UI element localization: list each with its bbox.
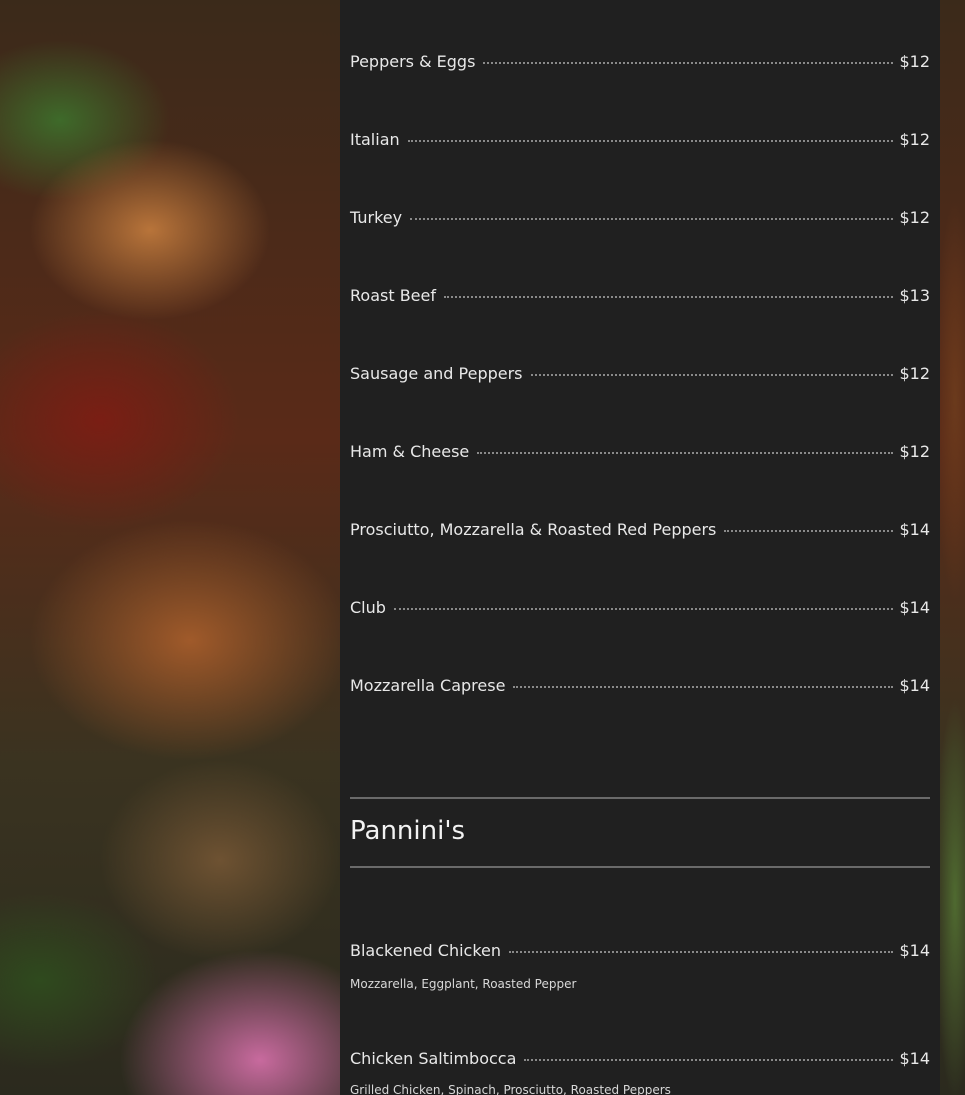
section-title: Pannini's (350, 816, 466, 846)
dotted-leader (393, 608, 894, 610)
menu-panel (340, 0, 940, 1095)
dotted-leader (524, 1059, 894, 1061)
menu-item-price: $12 (899, 442, 930, 461)
menu-item: Blackened Chicken $14 (350, 941, 930, 961)
dotted-leader (513, 686, 894, 688)
menu-item: Ham & Cheese $12 (350, 442, 930, 462)
dotted-leader (483, 62, 894, 64)
dotted-leader (443, 296, 894, 298)
section-divider-bottom (350, 866, 930, 868)
menu-item-price: $12 (899, 364, 930, 383)
menu-item-name: Roast Beef (350, 286, 436, 305)
menu-item-price: $12 (899, 130, 930, 149)
menu-item: Roast Beef $13 (350, 286, 930, 306)
menu-item: Italian $12 (350, 130, 930, 150)
menu-item: Chicken Saltimbocca $14 (350, 1049, 930, 1069)
dotted-leader (509, 951, 894, 953)
menu-item-name: Peppers & Eggs (350, 52, 476, 71)
menu-item-name: Prosciutto, Mozzarella & Roasted Red Pep… (350, 520, 717, 539)
menu-item: Turkey $12 (350, 208, 930, 228)
menu-item-price: $13 (899, 286, 930, 305)
menu-item: Club $14 (350, 598, 930, 618)
menu-item: Sausage and Peppers $12 (350, 364, 930, 384)
section-divider-top (350, 797, 930, 799)
menu-item-price: $14 (899, 941, 930, 960)
dotted-leader (724, 530, 894, 532)
menu-item-price: $14 (899, 676, 930, 695)
menu-item: Prosciutto, Mozzarella & Roasted Red Pep… (350, 520, 930, 540)
menu-item: Mozzarella Caprese $14 (350, 676, 930, 696)
dotted-leader (530, 374, 894, 376)
dotted-leader (410, 218, 894, 220)
menu-item-name: Club (350, 598, 386, 617)
menu-item-name: Italian (350, 130, 400, 149)
menu-item-name: Sausage and Peppers (350, 364, 523, 383)
dotted-leader (407, 140, 894, 142)
menu-item-description: Mozzarella, Eggplant, Roasted Pepper (350, 977, 577, 991)
menu-item-name: Chicken Saltimbocca (350, 1049, 517, 1068)
menu-item-name: Ham & Cheese (350, 442, 470, 461)
menu-item-name: Mozzarella Caprese (350, 676, 506, 695)
menu-item-price: $14 (899, 1049, 930, 1068)
menu-item-price: $14 (899, 598, 930, 617)
menu-item-price: $14 (899, 520, 930, 539)
menu-item-price: $12 (899, 52, 930, 71)
menu-item-price: $12 (899, 208, 930, 227)
menu-item-name: Blackened Chicken (350, 941, 502, 960)
menu-item-description: Grilled Chicken, Spinach, Prosciutto, Ro… (350, 1083, 671, 1095)
menu-item: Peppers & Eggs $12 (350, 52, 930, 72)
dotted-leader (477, 452, 894, 454)
menu-item-name: Turkey (350, 208, 403, 227)
